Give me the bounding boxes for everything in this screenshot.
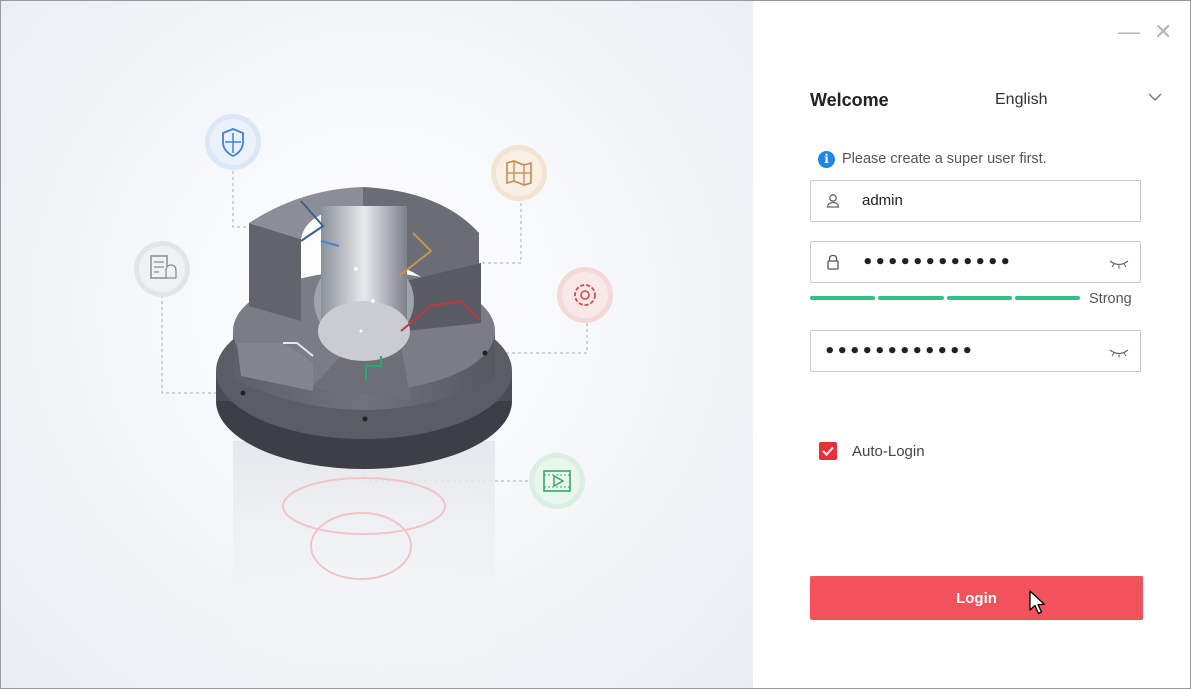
shield-icon bbox=[205, 114, 261, 170]
language-select-value[interactable]: English bbox=[995, 91, 1047, 109]
strength-segment bbox=[946, 296, 1012, 300]
chevron-down-icon[interactable] bbox=[1147, 89, 1163, 105]
minimize-button[interactable]: — bbox=[1118, 21, 1140, 43]
checkmark-icon bbox=[822, 446, 834, 456]
super-user-hint: i Please create a super user first. bbox=[818, 149, 1047, 169]
username-field[interactable]: admin bbox=[810, 180, 1141, 222]
login-panel: — ✕ Welcome English i Please create a su… bbox=[753, 1, 1190, 688]
password-masked-value: •••••••••••• bbox=[862, 252, 1013, 273]
strength-segment bbox=[810, 296, 876, 300]
video-play-icon bbox=[529, 453, 585, 509]
welcome-title: Welcome bbox=[810, 90, 889, 110]
password-strength-meter bbox=[810, 296, 1080, 300]
map-icon bbox=[491, 145, 547, 201]
strength-segment bbox=[1014, 296, 1080, 300]
password-strength-label: Strong bbox=[1089, 291, 1132, 307]
eye-closed-icon[interactable] bbox=[1109, 256, 1129, 270]
password-field[interactable]: •••••••••••• bbox=[810, 241, 1141, 283]
close-button[interactable]: ✕ bbox=[1154, 21, 1172, 43]
settings-gear-icon bbox=[557, 267, 613, 323]
lock-icon bbox=[827, 254, 839, 270]
username-value: admin bbox=[862, 192, 903, 209]
auto-login-checkbox[interactable] bbox=[819, 442, 837, 460]
eye-closed-icon[interactable] bbox=[1109, 345, 1129, 359]
alarm-list-icon bbox=[134, 241, 190, 297]
confirm-password-masked-value: •••••••••••• bbox=[824, 341, 975, 362]
hint-text: Please create a super user first. bbox=[842, 151, 1047, 167]
strength-segment bbox=[878, 296, 944, 300]
auto-login-option[interactable]: Auto-Login bbox=[819, 442, 925, 460]
hero-illustration bbox=[1, 1, 753, 688]
info-icon: i bbox=[818, 150, 835, 168]
hero-artwork bbox=[134, 114, 613, 688]
login-window: — ✕ Welcome English i Please create a su… bbox=[0, 0, 1191, 689]
auto-login-label: Auto-Login bbox=[852, 442, 925, 460]
login-button[interactable]: Login bbox=[810, 576, 1143, 620]
user-icon bbox=[826, 194, 840, 208]
confirm-password-field[interactable]: •••••••••••• bbox=[810, 330, 1141, 372]
